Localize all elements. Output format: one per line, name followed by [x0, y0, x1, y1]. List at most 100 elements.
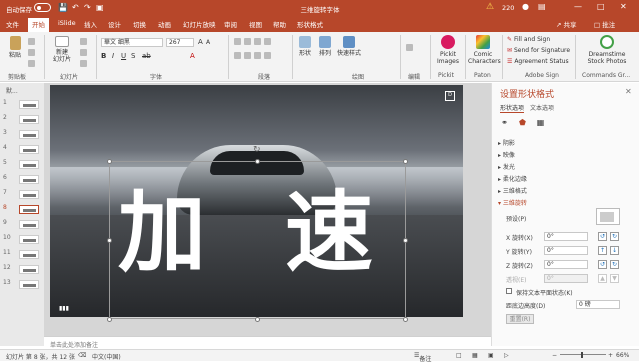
dreamstime-button[interactable]: Dreamstime Stock Photos [580, 35, 634, 65]
redo-icon[interactable]: ↷ [84, 3, 91, 12]
section-icon[interactable] [80, 60, 87, 67]
rotate-left-icon[interactable]: ↺ [598, 232, 607, 241]
bold-icon[interactable]: B [101, 52, 106, 60]
widen-fov-icon[interactable]: ▼ [610, 274, 619, 283]
zoom-level[interactable]: 66% [616, 352, 629, 359]
autosave-toggle[interactable] [34, 3, 51, 12]
share-button[interactable]: ↗ 共享 [556, 19, 577, 29]
tab-shape-options[interactable]: 形状选项 [500, 103, 525, 113]
narrow-fov-icon[interactable]: ▲ [598, 274, 607, 283]
tab-view[interactable]: 视图 [249, 19, 262, 29]
reading-view-icon[interactable]: ▣ [488, 352, 494, 359]
fill-and-sign-button[interactable]: ✎ Fill and Sign [507, 36, 550, 43]
quick-styles-button[interactable]: 快速样式 [336, 36, 362, 57]
thumbnail-slide[interactable]: 6 [3, 174, 41, 185]
effects-icon[interactable]: ⬟ [518, 118, 527, 127]
rotate-up-icon[interactable]: ↑ [598, 246, 607, 255]
language-indicator[interactable]: 中文(中国) [92, 352, 121, 361]
send-for-signature-button[interactable]: ✉ Send for Signature [507, 47, 570, 54]
resize-handle[interactable] [255, 159, 260, 164]
rotate-cw-icon[interactable]: ↻ [610, 260, 619, 269]
shapes-button[interactable]: 形状 [296, 36, 314, 57]
cut-icon[interactable] [28, 38, 35, 45]
comment-button[interactable]: □ 批注 [594, 19, 615, 29]
section-reflection[interactable]: ▸ 映像 [498, 150, 515, 159]
perspective-input[interactable]: 0° [544, 274, 588, 283]
pickit-images-button[interactable]: Pickit Images [435, 35, 461, 65]
section-glow[interactable]: ▸ 发光 [498, 162, 515, 171]
tab-insert[interactable]: 插入 [84, 19, 97, 29]
agreement-status-button[interactable]: ☰ Agreement Status [507, 58, 569, 65]
justify-icon[interactable] [264, 52, 271, 59]
tab-islide[interactable]: iSlide [58, 19, 76, 27]
thumbnail-slide[interactable]: 9 [3, 219, 41, 230]
tab-slideshow[interactable]: 幻灯片放映 [183, 19, 216, 29]
preset-dropdown[interactable] [596, 208, 620, 225]
decrease-indent-icon[interactable] [254, 38, 261, 45]
keep-text-flat-checkbox[interactable] [506, 288, 512, 294]
comic-characters-button[interactable]: Comic Characters [468, 35, 501, 65]
distance-input[interactable]: 0 磅 [576, 300, 620, 309]
numbering-icon[interactable] [244, 38, 251, 45]
section-shadow[interactable]: ▸ 阴影 [498, 138, 515, 147]
resize-handle[interactable] [403, 159, 408, 164]
tab-shape-format[interactable]: 形状格式 [297, 19, 323, 29]
shadow-icon[interactable]: S [131, 52, 135, 60]
align-right-icon[interactable] [254, 52, 261, 59]
zoom-slider-knob[interactable] [581, 352, 583, 358]
thumbnail-slide[interactable]: 12 [3, 264, 41, 275]
y-rotation-input[interactable]: 0° [544, 246, 588, 255]
grow-font-icon[interactable]: A [198, 38, 203, 46]
new-slide-button[interactable]: 新建 幻灯片 [50, 36, 74, 63]
tab-animations[interactable]: 动画 [158, 19, 171, 29]
thumbnail-slide[interactable]: 1 [3, 99, 41, 110]
tab-review[interactable]: 审阅 [224, 19, 237, 29]
notes-button[interactable]: ☰ 备注 [414, 352, 431, 363]
resize-handle[interactable] [107, 159, 112, 164]
zoom-in-icon[interactable]: + [608, 352, 613, 359]
thumbnail-slide[interactable]: 2 [3, 114, 41, 125]
rotate-down-icon[interactable]: ↓ [610, 246, 619, 255]
zoom-slider-track[interactable] [560, 354, 606, 355]
section-3d-format[interactable]: ▸ 三维格式 [498, 186, 527, 195]
layout-icon[interactable] [80, 38, 87, 45]
format-painter-icon[interactable] [28, 60, 35, 67]
section-3d-rotation[interactable]: ▾ 三维旋转 [498, 198, 527, 207]
fill-line-icon[interactable]: ⚭ [500, 118, 509, 127]
tab-design[interactable]: 设计 [108, 19, 121, 29]
accessibility-icon[interactable]: ⌫ [78, 352, 86, 359]
slideshow-view-icon[interactable]: ▷ [504, 352, 509, 359]
thumbnail-slide[interactable]: 13 [3, 279, 41, 290]
zoom-out-icon[interactable]: − [552, 352, 557, 359]
tab-file[interactable]: 文件 [6, 19, 19, 29]
align-center-icon[interactable] [244, 52, 251, 59]
increase-indent-icon[interactable] [264, 38, 271, 45]
tab-home[interactable]: 开始 [28, 18, 49, 32]
font-color-icon[interactable]: A [190, 52, 195, 60]
size-properties-icon[interactable]: ▦ [536, 118, 545, 127]
align-left-icon[interactable] [234, 52, 241, 59]
font-name-dropdown[interactable]: 華文 细黑 [101, 38, 163, 47]
resize-handle[interactable] [403, 238, 408, 243]
thumbnail-slide[interactable]: 3 [3, 129, 41, 140]
sorter-view-icon[interactable]: ▦ [472, 352, 478, 359]
thumbnail-slide[interactable]: 5 [3, 159, 41, 170]
warning-icon[interactable]: ⚠ [486, 2, 494, 12]
notes-area[interactable]: 单击此处添加备注 [44, 336, 491, 349]
tab-text-options[interactable]: 文本选项 [530, 103, 554, 112]
shrink-font-icon[interactable]: A [206, 39, 210, 46]
reset-icon[interactable] [80, 49, 87, 56]
thumbnail-slide[interactable]: 4 [3, 144, 41, 155]
rotate-handle-icon[interactable]: ↻ [253, 145, 261, 155]
ribbon-options-icon[interactable]: ▤ [538, 2, 546, 11]
z-rotation-input[interactable]: 0° [544, 260, 588, 269]
account-icon[interactable]: ● [522, 2, 529, 11]
rotate-right-icon[interactable]: ↻ [610, 232, 619, 241]
paste-button[interactable]: 粘贴 [6, 36, 24, 59]
tab-transitions[interactable]: 切换 [133, 19, 146, 29]
minimize-icon[interactable]: — [574, 2, 582, 11]
resize-handle[interactable] [107, 317, 112, 322]
x-rotation-input[interactable]: 0° [544, 232, 588, 241]
maximize-icon[interactable]: □ [597, 2, 605, 11]
arrange-button[interactable]: 排列 [316, 36, 334, 57]
